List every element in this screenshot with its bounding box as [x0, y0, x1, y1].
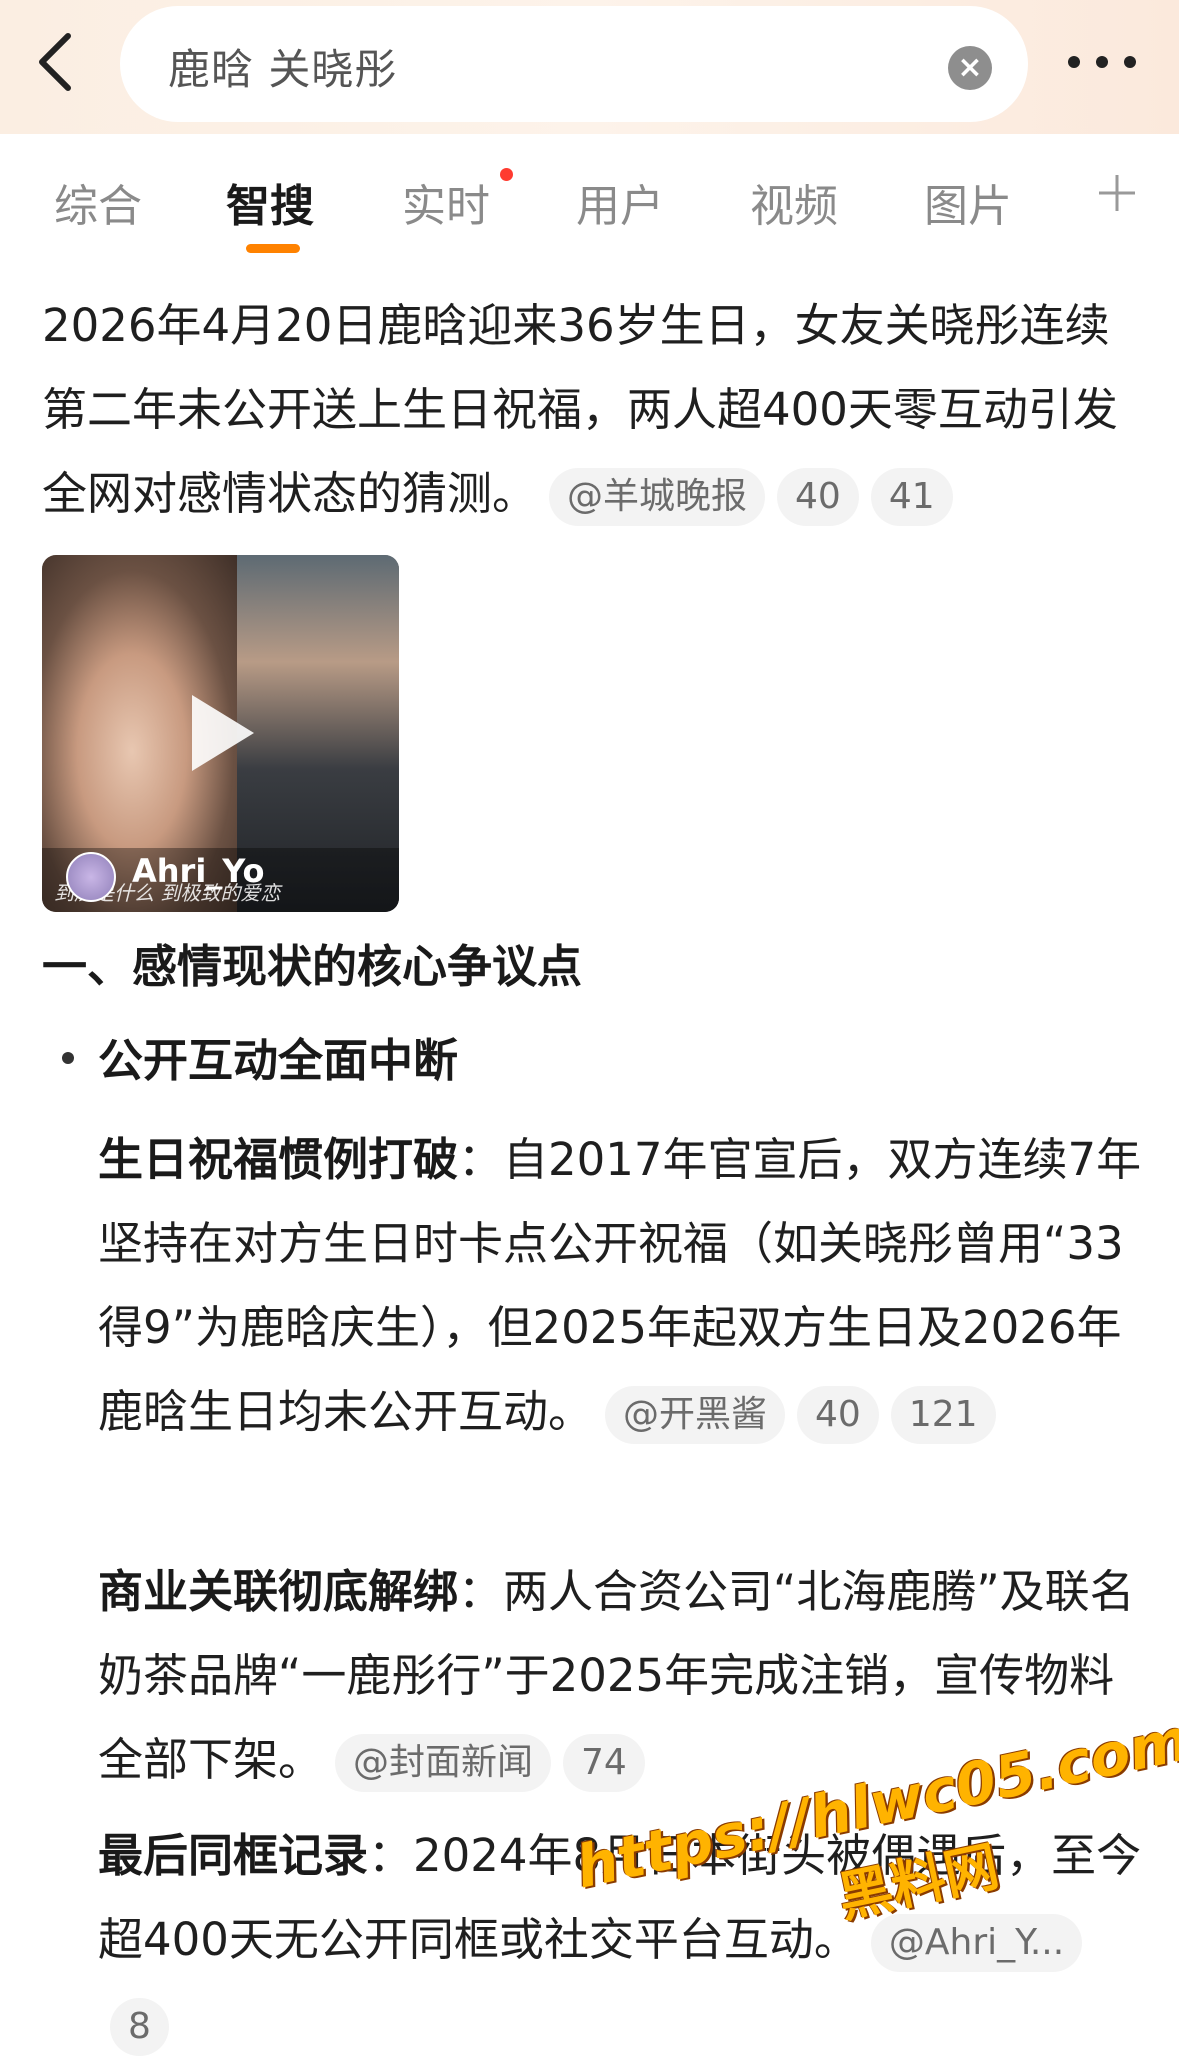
source-chip[interactable]: @封面新闻	[335, 1734, 552, 1792]
bullet-icon	[62, 1052, 74, 1064]
search-query: 鹿晗 关晓彤	[168, 45, 398, 94]
ref-chip[interactable]: 8	[110, 1998, 169, 2056]
ref-chip[interactable]: 40	[777, 468, 859, 526]
tab-users[interactable]: 用户	[576, 170, 664, 234]
top-bar: 鹿晗 关晓彤 ×	[0, 0, 1179, 134]
item-label: 生日祝福惯例打破	[98, 1133, 459, 1186]
video-author: Ahri_Yo	[132, 852, 265, 890]
source-chip[interactable]: @羊城晚报	[549, 468, 766, 526]
search-tabs: 综合 智搜 实时 用户 视频 图片	[0, 134, 1179, 260]
play-icon[interactable]	[192, 695, 254, 771]
active-tab-indicator	[246, 244, 300, 253]
more-icon[interactable]	[1068, 56, 1168, 72]
ref-chip[interactable]: 40	[797, 1386, 879, 1444]
bullet-title: 公开互动全面中断	[98, 1034, 459, 1087]
back-icon[interactable]	[28, 28, 84, 96]
tab-comprehensive[interactable]: 综合	[54, 170, 142, 234]
tab-videos[interactable]: 视频	[750, 170, 838, 234]
item-label: 最后同框记录	[98, 1829, 369, 1882]
tab-images[interactable]: 图片	[924, 170, 1012, 234]
section-title: 一、感情现状的核心争议点	[42, 940, 583, 993]
clear-icon[interactable]: ×	[948, 46, 992, 90]
tab-realtime[interactable]: 实时	[402, 170, 490, 234]
ref-chip[interactable]: 121	[890, 1386, 996, 1444]
plus-icon[interactable]	[1096, 172, 1138, 214]
source-chip[interactable]: @开黑酱	[605, 1386, 786, 1444]
summary-paragraph: 2026年4月20日鹿晗迎来36岁生日，女友关晓彤连续第二年未公开送上生日祝福，…	[42, 284, 1152, 536]
notification-dot	[500, 168, 513, 181]
ref-chip[interactable]: 74	[563, 1734, 645, 1792]
video-thumbnail[interactable]: 到底是什么 到极致的爱恋 Ahri_Yo	[42, 555, 399, 912]
item-label: 商业关联彻底解绑	[98, 1565, 459, 1618]
list-item: 生日祝福惯例打破：自2017年官宣后，双方连续7年坚持在对方生日时卡点公开祝福（…	[98, 1118, 1152, 1454]
search-input[interactable]: 鹿晗 关晓彤 ×	[120, 6, 1028, 122]
ref-chip[interactable]: 41	[870, 468, 953, 526]
avatar	[66, 852, 116, 902]
source-chip[interactable]: @Ahri_Y...	[870, 1914, 1083, 1972]
tab-smart-search[interactable]: 智搜	[226, 170, 314, 234]
